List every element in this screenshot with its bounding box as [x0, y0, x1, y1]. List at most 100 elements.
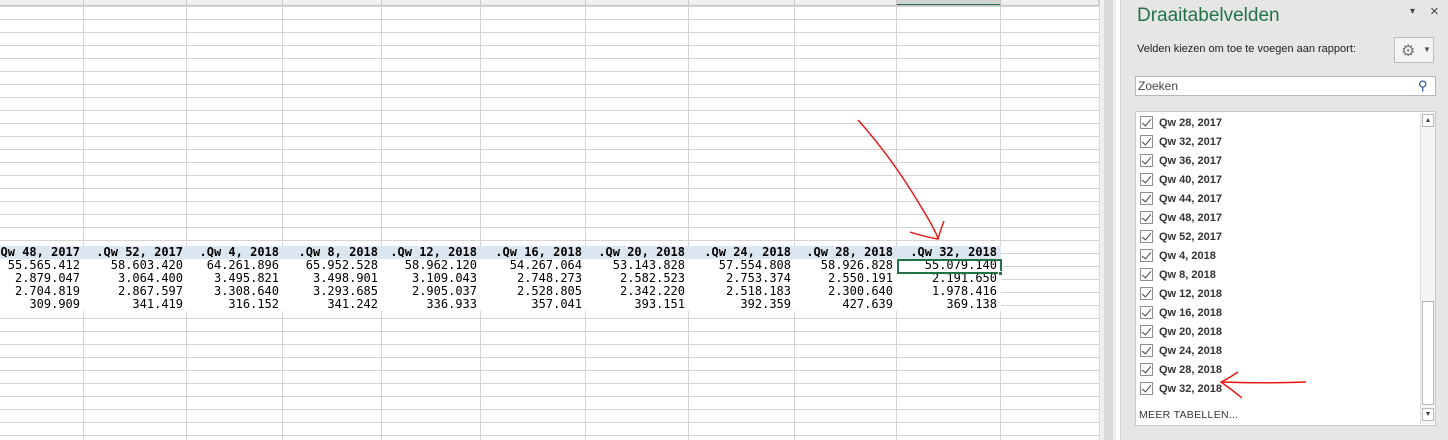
field-list-item[interactable]: Qw 40, 2017: [1140, 171, 1222, 188]
field-checkbox[interactable]: [1140, 344, 1153, 357]
pivot-value-cell[interactable]: 54.267.064: [481, 259, 586, 272]
fill-handle[interactable]: [998, 271, 1003, 276]
field-list-item[interactable]: Qw 52, 2017: [1140, 228, 1222, 245]
field-list-item[interactable]: Qw 36, 2017: [1140, 152, 1222, 169]
pivot-value-cell[interactable]: 2.550.191: [795, 272, 897, 285]
field-label: Qw 28, 2018: [1159, 363, 1222, 376]
pivot-value-cell[interactable]: 393.151: [586, 298, 689, 311]
field-checkbox[interactable]: [1140, 135, 1153, 148]
field-checkbox[interactable]: [1140, 154, 1153, 167]
pivot-value-cell[interactable]: 2.867.597: [84, 285, 187, 298]
pivot-value-cell[interactable]: 2.753.374: [689, 272, 795, 285]
field-layout-button[interactable]: ⚙ ▼: [1394, 37, 1434, 63]
pivot-value-cell[interactable]: 55.565.412: [0, 259, 84, 272]
pivot-value-cell[interactable]: 58.603.420: [84, 259, 187, 272]
pivot-value-cell[interactable]: 65.952.528: [283, 259, 382, 272]
pivot-value-cell[interactable]: 316.152: [187, 298, 283, 311]
pivot-column-header[interactable]: .Qw 16, 2018: [481, 246, 586, 259]
pivot-column-header[interactable]: .Qw 28, 2018: [795, 246, 897, 259]
pivot-column-header[interactable]: .Qw 52, 2017: [84, 246, 187, 259]
field-list-item[interactable]: Qw 28, 2018: [1140, 361, 1222, 378]
pivot-value-cell[interactable]: 2.300.640: [795, 285, 897, 298]
field-checkbox[interactable]: [1140, 363, 1153, 376]
pane-options-dropdown-icon[interactable]: ▾: [1410, 6, 1415, 17]
pivot-column-header[interactable]: .Qw 32, 2018: [897, 246, 1001, 259]
sheet-vertical-scrollbar[interactable]: [1099, 0, 1116, 440]
field-checkbox[interactable]: [1140, 116, 1153, 129]
field-checkbox[interactable]: [1140, 249, 1153, 262]
pivot-value-cell[interactable]: 357.041: [481, 298, 586, 311]
pivot-value-cell[interactable]: 3.064.400: [84, 272, 187, 285]
pivot-value-cell[interactable]: 3.498.901: [283, 272, 382, 285]
pivot-value-cell[interactable]: 3.109.043: [382, 272, 481, 285]
search-input[interactable]: [1138, 78, 1408, 94]
pivot-value-cell[interactable]: 2.518.183: [689, 285, 795, 298]
spreadsheet-grid[interactable]: AEAFAGAHAIAJAKALAMANAO .Qw 48, 2017.Qw 5…: [0, 0, 1099, 440]
pivot-value-cell[interactable]: 57.554.808: [689, 259, 795, 272]
pivot-value-cell[interactable]: 369.138: [897, 298, 1001, 311]
field-checkbox[interactable]: [1140, 192, 1153, 205]
pivot-column-header[interactable]: .Qw 4, 2018: [187, 246, 283, 259]
pivot-value-cell[interactable]: 58.962.120: [382, 259, 481, 272]
pivot-value-cell[interactable]: 2.528.805: [481, 285, 586, 298]
pivot-value-cell[interactable]: 58.926.828: [795, 259, 897, 272]
pivot-value-cell[interactable]: 64.261.896: [187, 259, 283, 272]
pivot-value-cell[interactable]: 392.359: [689, 298, 795, 311]
field-list-item[interactable]: Qw 44, 2017: [1140, 190, 1222, 207]
pivot-value-cell[interactable]: 309.909: [0, 298, 84, 311]
more-tables-link[interactable]: MEER TABELLEN...: [1139, 409, 1239, 421]
pivot-column-header[interactable]: .Qw 20, 2018: [586, 246, 689, 259]
field-list-item[interactable]: Qw 16, 2018: [1140, 304, 1222, 321]
pivot-value-cell[interactable]: 2.905.037: [382, 285, 481, 298]
field-list-item[interactable]: Qw 20, 2018: [1140, 323, 1222, 340]
gridline-horizontal: [0, 84, 1099, 85]
pivot-value-cell[interactable]: 3.293.685: [283, 285, 382, 298]
field-list-item[interactable]: Qw 4, 2018: [1140, 247, 1216, 264]
field-checkbox[interactable]: [1140, 211, 1153, 224]
search-box[interactable]: ⚲: [1135, 76, 1436, 96]
close-icon[interactable]: ×: [1430, 3, 1439, 20]
pivot-value-cell[interactable]: 427.639: [795, 298, 897, 311]
pivot-value-cell[interactable]: 3.308.640: [187, 285, 283, 298]
sheet-scrollbar-thumb[interactable]: [1104, 0, 1113, 440]
field-label: Qw 4, 2018: [1159, 249, 1216, 262]
pivot-column-header[interactable]: .Qw 24, 2018: [689, 246, 795, 259]
gridline-horizontal: [0, 240, 1099, 241]
field-checkbox[interactable]: [1140, 173, 1153, 186]
scroll-up-icon[interactable]: ▲: [1422, 114, 1434, 127]
scroll-down-icon[interactable]: ▼: [1422, 408, 1434, 421]
pivot-column-header[interactable]: .Qw 12, 2018: [382, 246, 481, 259]
field-list-item[interactable]: Qw 32, 2018: [1140, 380, 1222, 397]
active-cell[interactable]: [897, 259, 1002, 274]
field-list-scroll-thumb[interactable]: [1422, 301, 1434, 405]
field-checkbox[interactable]: [1140, 306, 1153, 319]
pivot-column-header[interactable]: .Qw 8, 2018: [283, 246, 382, 259]
pivot-value-cell[interactable]: 1.978.416: [897, 285, 1001, 298]
field-list-scrollbar[interactable]: ▲ ▼: [1420, 113, 1435, 424]
field-list-item[interactable]: Qw 8, 2018: [1140, 266, 1216, 283]
field-checkbox[interactable]: [1140, 230, 1153, 243]
pivot-column-header[interactable]: .Qw 48, 2017: [0, 246, 84, 259]
pivot-value-cell[interactable]: 341.242: [283, 298, 382, 311]
field-list-item[interactable]: Qw 28, 2017: [1140, 114, 1222, 131]
gridline-horizontal: [0, 175, 1099, 176]
field-list-item[interactable]: Qw 48, 2017: [1140, 209, 1222, 226]
field-checkbox[interactable]: [1140, 382, 1153, 395]
pivot-value-cell[interactable]: 336.933: [382, 298, 481, 311]
pivot-value-cell[interactable]: 2.748.273: [481, 272, 586, 285]
pivot-value-cell[interactable]: 2.582.523: [586, 272, 689, 285]
pivot-value-cell[interactable]: 2.342.220: [586, 285, 689, 298]
pivot-value-cell[interactable]: 2.879.047: [0, 272, 84, 285]
search-icon[interactable]: ⚲: [1418, 78, 1428, 94]
gridline-horizontal: [0, 149, 1099, 150]
field-checkbox[interactable]: [1140, 287, 1153, 300]
field-list-item[interactable]: Qw 12, 2018: [1140, 285, 1222, 302]
field-list-item[interactable]: Qw 32, 2017: [1140, 133, 1222, 150]
pivot-value-cell[interactable]: 53.143.828: [586, 259, 689, 272]
field-checkbox[interactable]: [1140, 325, 1153, 338]
field-list-item[interactable]: Qw 24, 2018: [1140, 342, 1222, 359]
pivot-value-cell[interactable]: 341.419: [84, 298, 187, 311]
pivot-value-cell[interactable]: 3.495.821: [187, 272, 283, 285]
field-checkbox[interactable]: [1140, 268, 1153, 281]
pivot-value-cell[interactable]: 2.704.819: [0, 285, 84, 298]
